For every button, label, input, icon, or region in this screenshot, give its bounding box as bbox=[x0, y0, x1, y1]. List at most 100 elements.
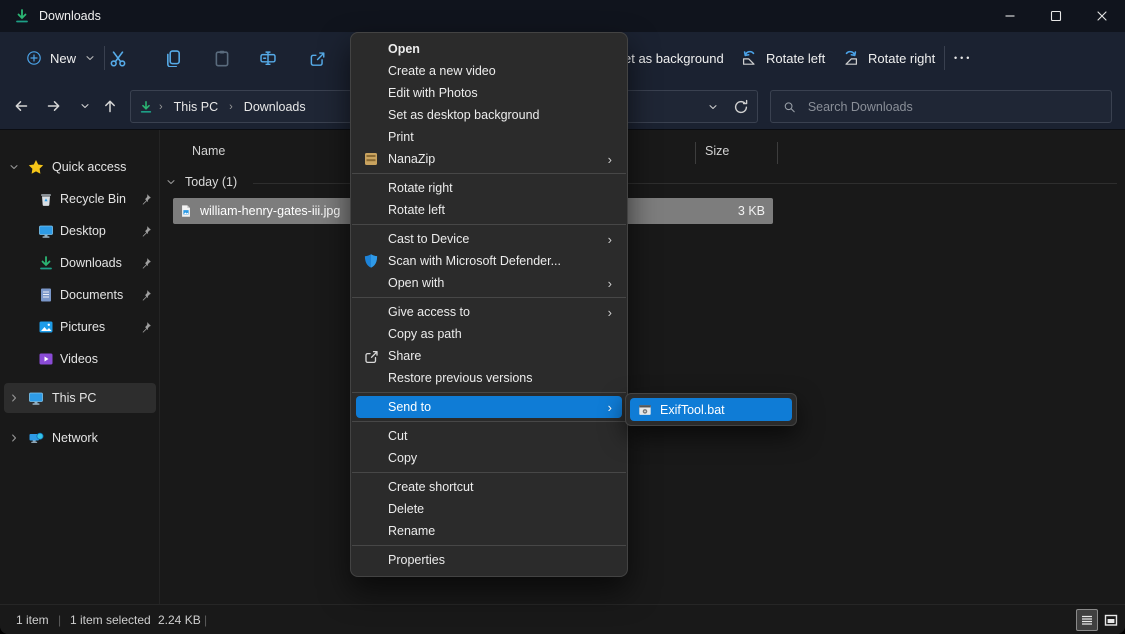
paste-icon bbox=[213, 49, 231, 67]
breadcrumb-chevron-icon: › bbox=[229, 101, 233, 113]
menu-item-edit-with-photos[interactable]: Edit with Photos bbox=[356, 82, 622, 104]
recycle-bin-icon bbox=[38, 191, 54, 207]
column-header-size[interactable]: Size bbox=[705, 144, 729, 158]
share-button[interactable] bbox=[299, 42, 335, 74]
minimize-button[interactable] bbox=[987, 0, 1033, 32]
toolbar-divider bbox=[944, 46, 945, 70]
rotate-left-button[interactable]: Rotate left bbox=[740, 42, 825, 74]
paste-button[interactable] bbox=[204, 42, 240, 74]
large-icons-view-icon bbox=[1103, 612, 1119, 628]
menu-item-cut[interactable]: Cut bbox=[356, 425, 622, 447]
sidebar-item-videos[interactable]: Videos bbox=[0, 344, 160, 374]
status-divider: | bbox=[58, 613, 61, 627]
menu-item-create-a-new-video[interactable]: Create a new video bbox=[356, 60, 622, 82]
pictures-icon bbox=[38, 319, 54, 335]
menu-item-send-to[interactable]: Send to › bbox=[356, 396, 622, 418]
menu-item-share[interactable]: Share bbox=[356, 345, 622, 367]
file-explorer-window: Downloads New et as background Rota bbox=[0, 0, 1125, 634]
menu-separator bbox=[352, 173, 626, 174]
menu-item-set-as-desktop-background[interactable]: Set as desktop background bbox=[356, 104, 622, 126]
this-pc-icon bbox=[28, 390, 44, 406]
menu-item-open-with[interactable]: Open with › bbox=[356, 272, 622, 294]
chevron-down-icon bbox=[8, 161, 20, 173]
menu-item-rotate-right[interactable]: Rotate right bbox=[356, 177, 622, 199]
search-box[interactable] bbox=[770, 90, 1112, 123]
menu-item-scan-with-microsoft-defender[interactable]: Scan with Microsoft Defender... bbox=[356, 250, 622, 272]
sidebar-item-this-pc[interactable]: This PC bbox=[0, 383, 160, 413]
sidebar-item-documents[interactable]: Documents bbox=[0, 280, 160, 310]
column-divider[interactable] bbox=[695, 142, 696, 164]
chevron-down-icon bbox=[165, 176, 177, 188]
rotate-right-button[interactable]: Rotate right bbox=[842, 42, 935, 74]
details-view-icon bbox=[1079, 612, 1095, 628]
new-button[interactable]: New bbox=[16, 42, 106, 74]
menu-item-restore-previous-versions[interactable]: Restore previous versions bbox=[356, 367, 622, 389]
menu-item-create-shortcut[interactable]: Create shortcut bbox=[356, 476, 622, 498]
refresh-icon[interactable] bbox=[733, 99, 749, 115]
chevron-right-icon: › bbox=[608, 153, 612, 166]
sidebar-item-recycle-bin[interactable]: Recycle Bin bbox=[0, 184, 160, 214]
file-size: 3 KB bbox=[738, 204, 765, 218]
up-button[interactable] bbox=[95, 91, 125, 121]
rotate-left-icon bbox=[740, 49, 758, 67]
menu-item-nanazip[interactable]: NanaZip › bbox=[356, 148, 622, 170]
network-icon bbox=[28, 430, 44, 446]
chevron-right-icon: › bbox=[608, 306, 612, 319]
cut-button[interactable] bbox=[100, 42, 136, 74]
menu-item-rename[interactable]: Rename bbox=[356, 520, 622, 542]
copy-button[interactable] bbox=[155, 42, 191, 74]
menu-item-copy-as-path[interactable]: Copy as path bbox=[356, 323, 622, 345]
selection-size: 2.24 KB bbox=[158, 613, 201, 627]
menu-item-copy[interactable]: Copy bbox=[356, 447, 622, 469]
downloads-icon bbox=[38, 255, 54, 271]
breadcrumb-this-pc[interactable]: This PC bbox=[169, 97, 223, 117]
submenu-item-exiftool-bat[interactable]: ExifTool.bat bbox=[630, 398, 792, 421]
breadcrumb-downloads[interactable]: Downloads bbox=[239, 97, 311, 117]
pin-icon bbox=[140, 321, 152, 333]
cut-icon bbox=[109, 49, 127, 67]
menu-separator bbox=[352, 392, 626, 393]
rename-button[interactable] bbox=[250, 42, 286, 74]
menu-item-properties[interactable]: Properties bbox=[356, 549, 622, 571]
menu-item-give-access-to[interactable]: Give access to › bbox=[356, 301, 622, 323]
downloads-folder-icon bbox=[139, 100, 153, 114]
sidebar-item-network[interactable]: Network bbox=[0, 423, 160, 453]
maximize-icon bbox=[1048, 8, 1064, 24]
menu-item-rotate-left[interactable]: Rotate left bbox=[356, 199, 622, 221]
back-button[interactable] bbox=[6, 91, 36, 121]
more-options-icon: ••• bbox=[954, 53, 972, 63]
menu-item-cast-to-device[interactable]: Cast to Device › bbox=[356, 228, 622, 250]
set-as-background-button[interactable]: et as background bbox=[624, 42, 724, 74]
sidebar-item-pictures[interactable]: Pictures bbox=[0, 312, 160, 342]
maximize-button[interactable] bbox=[1033, 0, 1079, 32]
arrow-right-icon bbox=[46, 98, 62, 114]
close-button[interactable] bbox=[1079, 0, 1125, 32]
details-view-button[interactable] bbox=[1076, 609, 1098, 631]
search-input[interactable] bbox=[806, 99, 1099, 115]
search-icon bbox=[783, 100, 796, 114]
items-count: 1 item bbox=[16, 613, 49, 627]
downloads-folder-icon bbox=[14, 8, 30, 24]
column-divider[interactable] bbox=[777, 142, 778, 164]
menu-item-print[interactable]: Print bbox=[356, 126, 622, 148]
sidebar-item-downloads[interactable]: Downloads bbox=[0, 248, 160, 278]
group-header-today[interactable]: Today (1) bbox=[165, 175, 237, 189]
large-icons-view-button[interactable] bbox=[1100, 609, 1122, 631]
file-name: william-henry-gates-iii.jpg bbox=[200, 204, 340, 218]
forward-button[interactable] bbox=[39, 91, 69, 121]
image-file-icon bbox=[179, 204, 193, 218]
menu-separator bbox=[352, 297, 626, 298]
videos-icon bbox=[38, 351, 54, 367]
more-options-button[interactable]: ••• bbox=[954, 42, 972, 74]
menu-item-delete[interactable]: Delete bbox=[356, 498, 622, 520]
minimize-icon bbox=[1002, 8, 1018, 24]
menu-item-open[interactable]: Open bbox=[356, 38, 622, 60]
sidebar-item-desktop[interactable]: Desktop bbox=[0, 216, 160, 246]
column-header-name[interactable]: Name bbox=[192, 144, 225, 158]
address-dropdown-icon[interactable] bbox=[707, 101, 719, 113]
send-to-submenu: ExifTool.bat bbox=[625, 393, 797, 426]
menu-separator bbox=[352, 545, 626, 546]
chevron-right-icon bbox=[8, 432, 20, 444]
window-controls bbox=[987, 0, 1125, 32]
sidebar-item-quick-access[interactable]: Quick access bbox=[0, 152, 160, 182]
